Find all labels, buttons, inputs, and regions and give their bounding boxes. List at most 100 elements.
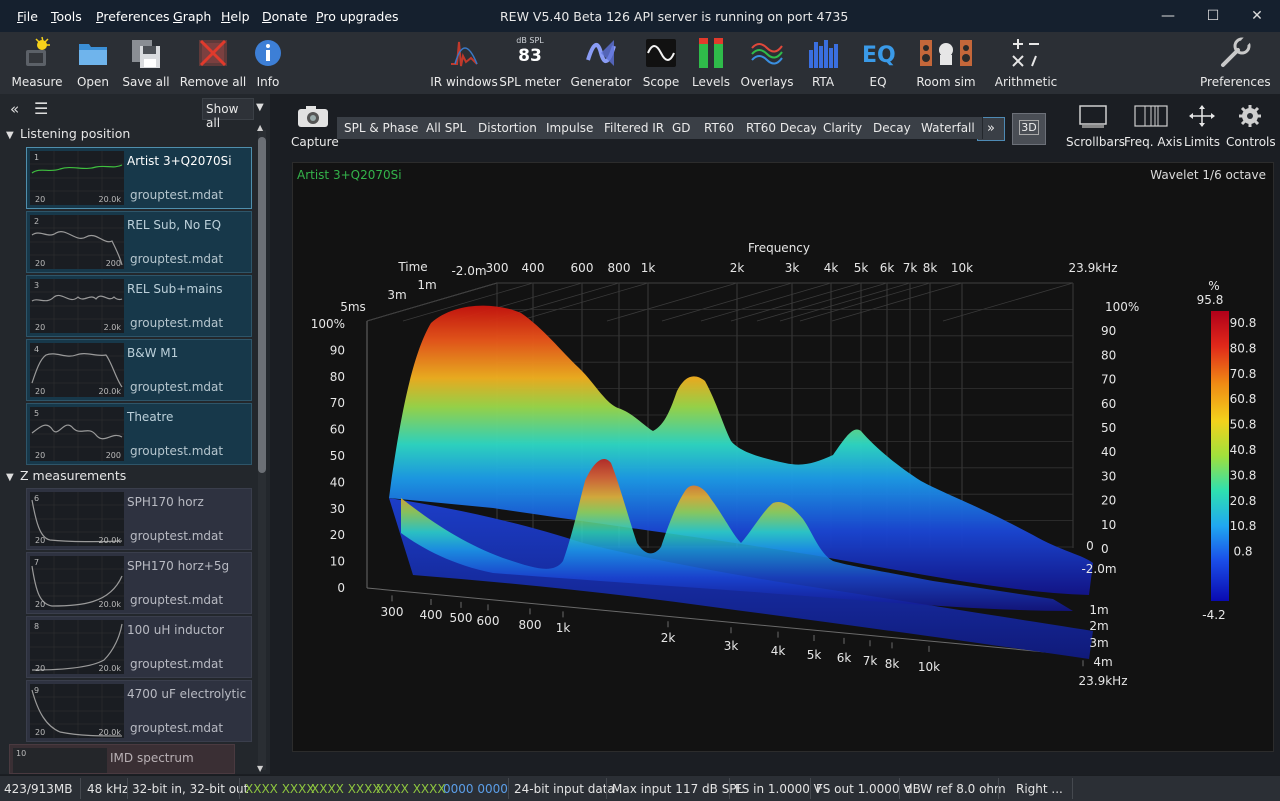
bottom-freq-tick-label: 6k [837, 651, 852, 665]
measurement-number: 1 [34, 153, 40, 162]
list-item[interactable]: 8 20 20.0k 100 uH inductor grouptest.mdat [26, 616, 252, 678]
list-item[interactable]: 4 20 20.0k B&W M1 grouptest.mdat [26, 339, 252, 401]
sample-rate[interactable]: 48 kHz [87, 782, 128, 796]
tab-waterfall[interactable]: Waterfall [914, 117, 983, 139]
thumbnail-x-min: 20 [35, 728, 46, 737]
spl-meter-button[interactable]: dB SPL 83 SPL meter [495, 36, 565, 89]
tab-decay[interactable]: Decay [866, 117, 919, 139]
tab-filtered-ir[interactable]: Filtered IR [597, 117, 673, 139]
left-level-tick-label: 90 [330, 343, 345, 357]
left-level-tick-label: 20 [330, 528, 345, 542]
arithmetic-icon [1009, 36, 1043, 70]
grid-line [661, 282, 793, 322]
waterfall-plot[interactable]: 300 400 600 800 1k 2k 3k 4k 5k 6k 7k 8k 10k 23.9kHz30… [293, 163, 1273, 751]
measurement-thumbnail: 3 20 2.0k [30, 279, 124, 333]
tab-distortion[interactable]: Distortion [471, 117, 545, 139]
group-header-listening-position[interactable]: ▼ Listening position [6, 126, 250, 146]
list-item[interactable]: 9 20 20.0k 4700 uF electrolytic grouptest.md… [26, 680, 252, 742]
close-icon[interactable]: ✕ [1246, 6, 1268, 26]
freq-axis-button[interactable]: Freq. Axis [1124, 104, 1182, 149]
bit-depth[interactable]: 32-bit in, 32-bit out [132, 782, 248, 796]
toggle-3d-label: 3D [1019, 120, 1039, 135]
ir-windows-button[interactable]: IR windows [429, 36, 499, 89]
left-level-tick-label: 30 [330, 502, 345, 516]
measurement-name: B&W M1 [127, 346, 179, 360]
measurement-thumbnail: 2 20 200 [30, 215, 124, 269]
colorbar-tick-label: 60.8 [1230, 392, 1257, 406]
list-item[interactable]: 2 20 200 REL Sub, No EQ grouptest.mdat [26, 211, 252, 273]
list-item[interactable]: 1 20 20.0k Artist 3+Q2070Si grouptest.mdat [26, 147, 252, 209]
measurement-name: Artist 3+Q2070Si [127, 154, 232, 168]
maximize-icon[interactable]: ☐ [1202, 6, 1224, 26]
tab-spl-phase[interactable]: SPL & Phase [337, 117, 427, 139]
grid-line [831, 282, 963, 322]
tab-gd[interactable]: GD [665, 117, 699, 139]
eq-button[interactable]: EQ EQ [843, 36, 913, 89]
limits-button[interactable]: Limits [1180, 104, 1224, 149]
measurement-thumbnail: 1 20 20.0k [30, 151, 124, 205]
list-item[interactable]: 10 IMD spectrum [9, 744, 235, 774]
menu-tools[interactable]: Tools [51, 9, 82, 24]
preferences-button[interactable]: Preferences [1200, 36, 1271, 89]
waterfall-graph[interactable]: 300 400 600 800 1k 2k 3k 4k 5k 6k 7k 8k 10k 23.9kHz 30… [292, 162, 1274, 752]
tab-clarity[interactable]: Clarity [816, 117, 871, 139]
thumbnail-x-max: 20.0k [98, 728, 121, 737]
menu-donate[interactable]: Donate [262, 9, 307, 24]
divider [127, 778, 128, 799]
colorbar-tick-label: 20.8 [1230, 494, 1257, 508]
bottom-freq-tick-label: 10k [918, 660, 940, 674]
divider [606, 778, 607, 799]
channel-indicator[interactable]: Right ... [1016, 782, 1063, 796]
menu-graph[interactable]: Graph [173, 9, 211, 24]
arithmetic-button[interactable]: Arithmetic [991, 36, 1061, 89]
panel-scrollbar-thumb[interactable] [258, 137, 266, 473]
bottom-freq-tick-label: 300 [381, 605, 404, 619]
left-time-tick-label: 1m [417, 278, 436, 292]
collapse-panel-icon[interactable]: « [10, 100, 19, 118]
save-all-button[interactable]: Save all [111, 36, 181, 89]
scroll-up-icon[interactable]: ▲ [257, 123, 263, 132]
top-freq-tick-label: 600 [571, 261, 594, 275]
group-header-z-measurements[interactable]: ▼ Z measurements [6, 468, 250, 488]
tab-rt60-decay[interactable]: RT60 Decay [739, 117, 826, 139]
thumbnail-x-min: 20 [35, 600, 46, 609]
list-item[interactable]: 6 20 20.0k SPH170 horz grouptest.mdat [26, 488, 252, 550]
preferences-label: Preferences [1200, 75, 1271, 89]
tab-impulse[interactable]: Impulse [539, 117, 602, 139]
thumbnail-x-max: 20.0k [98, 387, 121, 396]
toggle-3d-button[interactable]: 3D [1012, 113, 1046, 145]
generator-icon [584, 36, 618, 70]
menu-pro-upgrades[interactable]: Pro upgrades [316, 9, 399, 24]
tab-rt60[interactable]: RT60 [697, 117, 743, 139]
right-level-tick-label: 50 [1101, 421, 1116, 435]
list-item[interactable]: 3 20 2.0k REL Sub+mains grouptest.mdat [26, 275, 252, 337]
measurement-number: 5 [34, 409, 40, 418]
bottom-freq-tick-label: 8k [885, 657, 900, 671]
menu-preferences[interactable]: Preferences [96, 9, 170, 24]
colorbar-tick-label: 50.8 [1230, 418, 1257, 432]
bottom-freq-tick-label: 5k [807, 648, 822, 662]
tab-all-spl[interactable]: All SPL [419, 117, 475, 139]
chevron-down-icon[interactable]: ▼ [256, 102, 264, 113]
top-freq-tick-label: 400 [522, 261, 545, 275]
scroll-down-icon[interactable]: ▼ [257, 764, 263, 773]
controls-button[interactable]: Controls [1226, 104, 1276, 149]
menu-file[interactable]: File [17, 9, 38, 24]
list-item[interactable]: 7 20 20.0k SPH170 horz+5g grouptest.mdat [26, 552, 252, 614]
show-all-dropdown[interactable]: Show all [202, 98, 254, 130]
measurement-file: grouptest.mdat [130, 444, 224, 458]
memory-usage[interactable]: 423/913MB [4, 782, 72, 796]
list-item[interactable]: 5 20 200 Theatre grouptest.mdat [26, 403, 252, 465]
capture-button[interactable]: Capture [291, 104, 339, 149]
info-button[interactable]: Info [233, 36, 303, 89]
folder-icon [76, 36, 110, 70]
scrollbars-button[interactable]: Scrollbars [1066, 104, 1125, 149]
minimize-icon[interactable]: — [1157, 6, 1179, 26]
room-sim-button[interactable]: Room sim [911, 36, 981, 89]
right-time-tick-label: 0 [1086, 539, 1094, 553]
hamburger-menu-icon[interactable]: ☰ [34, 99, 48, 118]
menu-help[interactable]: Help [221, 9, 250, 24]
thumbnail-x-max: 20.0k [98, 600, 121, 609]
colorbar-unit-label: % [1208, 279, 1219, 293]
colorbar [1211, 311, 1229, 601]
